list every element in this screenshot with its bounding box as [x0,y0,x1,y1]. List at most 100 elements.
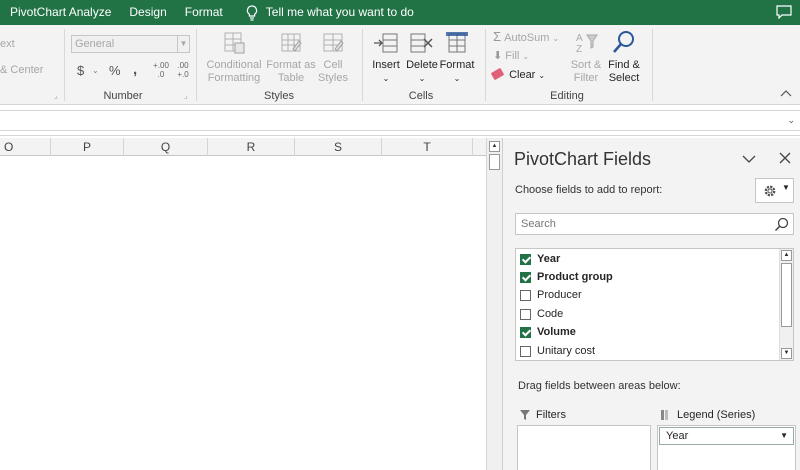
currency-dropdown-icon[interactable]: ⌄ [92,66,99,75]
formula-bar-input[interactable] [0,110,800,131]
conditional-formatting-icon [224,32,245,54]
scrollbar-thumb[interactable] [781,263,792,327]
group-separator [362,29,363,101]
field-list-scrollbar[interactable]: ▲ ▼ [779,249,793,360]
fill-button[interactable]: ⬇ Fill ⌄ [493,49,529,62]
search-icon [774,217,789,232]
field-item-producer[interactable]: Producer [520,286,582,304]
checkbox-product-group[interactable] [520,271,531,283]
delete-cells-icon [410,33,433,53]
scroll-up-icon[interactable]: ▲ [781,250,792,261]
collapse-ribbon-icon[interactable] [780,89,792,97]
wrap-text-button-partial[interactable]: ext [0,38,15,50]
delete-cells-button[interactable]: Delete ⌄ [404,31,440,85]
checkbox-producer[interactable] [520,289,531,301]
pane-title: PivotChart Fields [514,149,652,169]
expand-formula-bar-icon[interactable]: ⌄ [787,115,795,126]
checkbox-year[interactable] [520,253,531,265]
field-search-input[interactable] [521,214,761,233]
clear-label: Clear [509,69,536,81]
close-icon[interactable] [779,152,791,164]
currency-button[interactable]: $ [77,63,84,78]
sigma-icon: Σ [493,29,502,44]
format-as-table-button[interactable]: Format as Table [265,31,317,85]
vertical-scrollbar[interactable]: ▲ [486,138,502,470]
drag-fields-hint: Drag fields between areas below: [518,380,681,392]
field-search-box[interactable] [515,213,794,235]
scroll-up-icon[interactable]: ▲ [489,141,500,152]
legend-field-year[interactable]: Year ▼ [659,427,794,445]
column-header-t[interactable]: T [382,138,473,156]
clear-button[interactable]: Clear ⌄ [490,67,546,81]
checkbox-volume[interactable] [520,326,531,338]
alignment-dialog-launcher[interactable]: ⌟ [54,91,58,100]
styles-group-label: Styles [264,90,294,102]
checkbox-unitary-cost[interactable] [520,345,531,357]
scroll-down-icon[interactable]: ▼ [781,348,792,359]
group-separator [485,29,486,101]
format-cells-button[interactable]: Format ⌄ [438,31,476,85]
checkbox-code[interactable] [520,308,531,320]
scrollbar-thumb[interactable] [489,154,500,170]
filters-drop-area[interactable] [517,425,651,470]
group-separator [196,29,197,101]
conditional-formatting-button[interactable]: Conditional Formatting [205,31,263,85]
column-header-p[interactable]: P [51,138,124,156]
autosum-button[interactable]: Σ AutoSum ⌄ [493,29,559,44]
chevron-down-icon[interactable]: ▼ [780,431,788,440]
pane-options-chevron-icon[interactable] [742,154,756,164]
filter-icon [520,410,530,420]
merge-center-button-partial[interactable]: & Center [0,64,43,76]
column-header-q[interactable]: Q [124,138,208,156]
decrease-decimal-button[interactable]: .00 +.0 [175,61,191,79]
field-label: Code [537,308,564,320]
tab-pivotchart-analyze[interactable]: PivotChart Analyze [0,0,120,25]
column-header-s[interactable]: S [295,138,382,156]
sort-filter-button[interactable]: A Z Sort & Filter [568,31,604,85]
sort-filter-icon: A Z [576,33,598,55]
cell-styles-button[interactable]: Cell Styles [316,31,350,85]
field-label: Product group [537,271,613,283]
increase-decimal-button[interactable]: +.00 .0 [153,61,169,79]
column-header-r[interactable]: R [208,138,295,156]
field-label: Unitary cost [537,345,596,357]
magnifier-icon [613,31,634,53]
field-item-year[interactable]: Year [520,250,560,268]
percent-button[interactable]: % [109,63,121,78]
insert-label: Insert [372,59,400,71]
filters-label: Filters [536,409,566,421]
tab-format[interactable]: Format [176,0,232,25]
tell-me-box[interactable]: Tell me what you want to do [246,0,414,25]
number-dialog-launcher[interactable]: ⌟ [184,91,188,100]
find-select-button[interactable]: Find & Select [604,29,644,85]
comments-icon[interactable] [776,5,792,19]
field-item-product-group[interactable]: Product group [520,268,613,286]
format-as-table-icon [281,33,302,52]
chevron-down-icon: ⌄ [538,71,546,80]
field-list: Year Product group Producer Code Volume … [515,248,794,361]
conditional-formatting-line1: Conditional [206,59,262,71]
format-as-table-line2: Table [277,72,305,84]
chevron-down-icon: ▼ [177,36,189,52]
find-select-line2: Select [608,72,640,84]
tab-design[interactable]: Design [120,0,175,25]
group-separator [652,29,653,101]
lightbulb-icon [246,4,257,21]
insert-cells-button[interactable]: Insert ⌄ [369,31,403,85]
field-item-code[interactable]: Code [520,305,563,323]
chevron-down-icon: ⌄ [382,74,390,83]
delete-label: Delete [406,59,438,71]
editing-group-label: Editing [550,90,584,102]
insert-cells-icon [374,33,398,53]
format-label: Format [439,59,475,71]
number-format-dropdown[interactable]: General ▼ [71,35,190,53]
worksheet-grid[interactable] [0,156,486,470]
field-item-unitary-cost[interactable]: Unitary cost [520,342,595,360]
comma-style-button[interactable]: , [133,61,137,78]
legend-label: Legend (Series) [677,409,756,421]
field-settings-button[interactable]: ▼ [755,178,794,203]
tell-me-text: Tell me what you want to do [265,5,414,19]
column-header-o[interactable]: O [0,138,51,156]
filters-area-header: Filters [520,409,566,421]
field-item-volume[interactable]: Volume [520,323,576,341]
